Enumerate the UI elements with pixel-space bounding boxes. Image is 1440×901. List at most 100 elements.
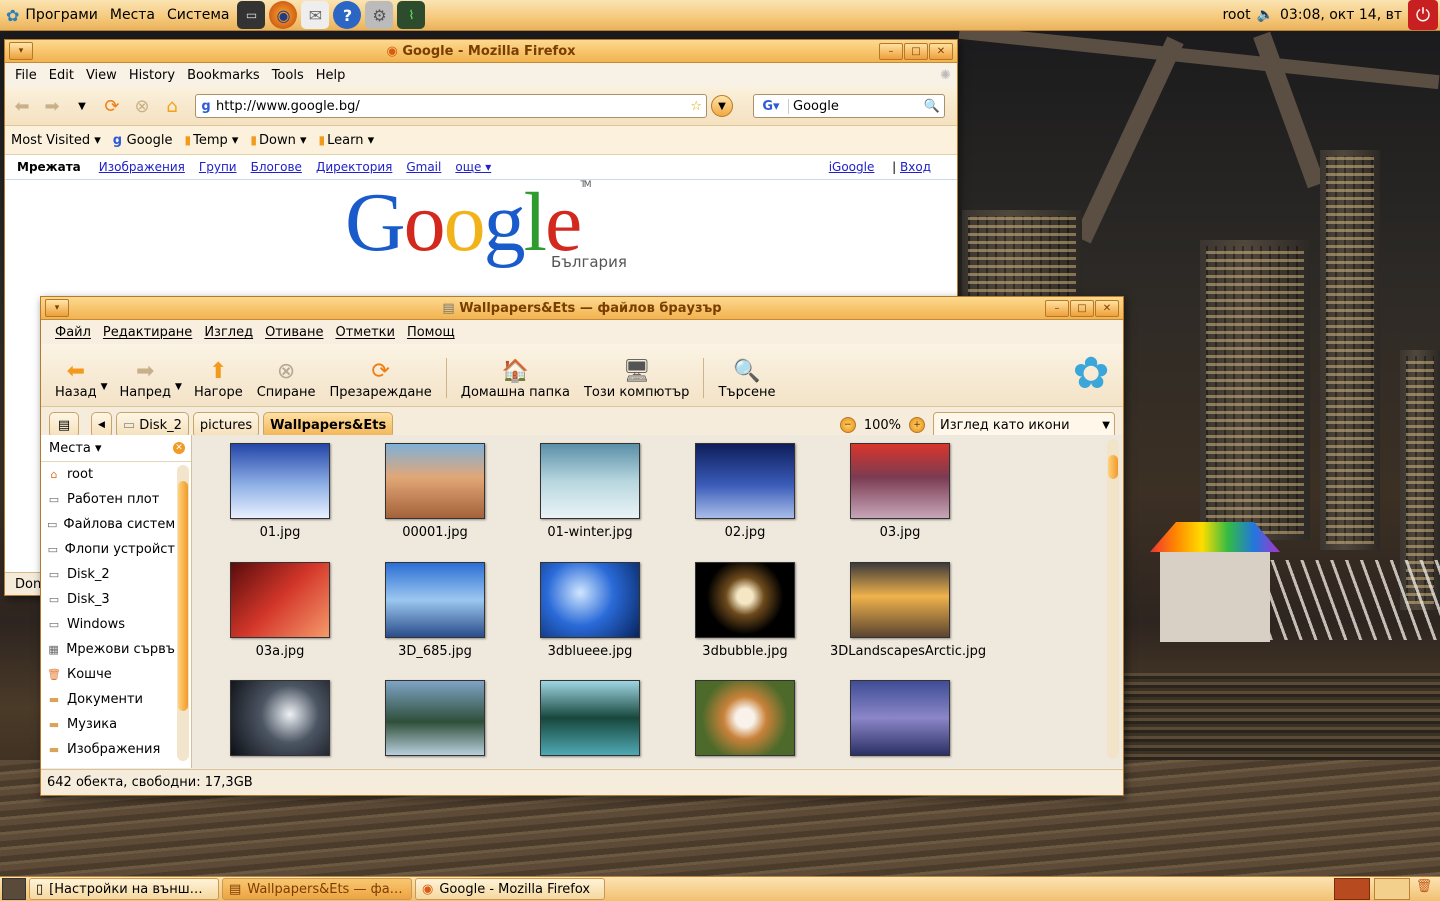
sidebar-item-disk2[interactable]: ▭ Disk_2 [41, 562, 175, 587]
google-link-more[interactable]: още ▾ [455, 160, 491, 174]
maximize-button[interactable]: □ [904, 42, 928, 60]
bookmark-google[interactable]: g Google [113, 133, 173, 148]
sidebar-item-trash[interactable]: 🗑 Кошче [41, 662, 175, 687]
minimize-button[interactable]: – [879, 42, 903, 60]
sidebar-item-filesystem[interactable]: ▭ Файлова систем [41, 512, 175, 537]
applications-menu[interactable]: ✿ Програми [0, 0, 104, 30]
menu-help[interactable]: Help [310, 68, 352, 83]
file-item[interactable]: 03.jpg [830, 443, 970, 541]
search-button[interactable]: 🔍 Търсене [712, 359, 781, 400]
sidebar-item-floppy[interactable]: ▭ Флопи устройст [41, 537, 175, 562]
file-item[interactable]: 3DLandscapesArctic.jpg [830, 562, 986, 660]
file-item[interactable] [365, 680, 505, 756]
close-sidebar-icon[interactable]: ✕ [173, 442, 185, 454]
settings-icon[interactable]: ⚙ [365, 1, 394, 29]
menu-help[interactable]: Помощ [401, 325, 461, 340]
menu-edit[interactable]: Edit [43, 68, 80, 83]
reload-icon[interactable]: ⟳ [99, 93, 125, 119]
home-icon[interactable]: ⌂ [159, 93, 185, 119]
google-link-blogs[interactable]: Блогове [251, 160, 302, 174]
zoom-in-icon[interactable]: + [909, 417, 925, 433]
file-item[interactable]: 00001.jpg [365, 443, 505, 541]
menu-history[interactable]: History [123, 68, 181, 83]
sidebar-item-documents[interactable]: ▬ Документи [41, 687, 175, 712]
url-dropdown-icon[interactable]: ▼ [711, 95, 733, 117]
nautilus-titlebar[interactable]: ▾ ▤ Wallpapers&Ets — файлов браузър – □ … [41, 297, 1123, 320]
sidebar-item-desktop[interactable]: ▭ Работен плот [41, 487, 175, 512]
bookmark-folder-down[interactable]: Down ▾ [250, 133, 307, 148]
user-name[interactable]: root [1222, 7, 1250, 23]
menu-file[interactable]: File [9, 68, 43, 83]
help-icon[interactable]: ? [333, 1, 362, 29]
stop-button[interactable]: ⊗ Спиране [251, 359, 322, 400]
back-button[interactable]: ⬅ Назад [49, 359, 103, 400]
taskbar-item-firefox[interactable]: ◉ Google - Mozilla Firefox [415, 878, 605, 900]
sidebar-item-music[interactable]: ▬ Музика [41, 712, 175, 737]
file-item[interactable]: 03a.jpg [210, 562, 350, 660]
google-link-directory[interactable]: Директория [316, 160, 392, 174]
menu-file[interactable]: Файл [49, 325, 97, 340]
file-item[interactable]: 01-winter.jpg [520, 443, 660, 541]
file-item[interactable] [830, 680, 970, 756]
firefox-icon[interactable]: ◉ [269, 1, 298, 29]
google-link-groups[interactable]: Групи [199, 160, 237, 174]
taskbar-item-settings[interactable]: ▯ [Настройки на външ… [29, 878, 219, 900]
reload-button[interactable]: ⟳ Презареждане [323, 359, 437, 400]
volume-icon[interactable]: 🔈 [1257, 7, 1274, 23]
menu-edit[interactable]: Редактиране [97, 325, 198, 340]
igoogle-link[interactable]: iGoogle [829, 160, 875, 174]
minimize-button[interactable]: – [1045, 299, 1069, 317]
power-icon[interactable]: ⏻ [1408, 0, 1438, 30]
search-box[interactable]: G▾ Google 🔍 [753, 94, 945, 118]
url-bar[interactable]: g http://www.google.bg/ ☆ [195, 94, 707, 118]
back-icon[interactable]: ⬅ [9, 93, 35, 119]
search-engine-google-icon[interactable]: G▾ [754, 98, 789, 114]
sign-in-link[interactable]: Вход [900, 160, 931, 174]
sidebar-type-select[interactable]: Места ▾ [49, 441, 102, 456]
window-menu-button[interactable]: ▾ [9, 42, 33, 60]
workspace-switcher[interactable] [1334, 878, 1370, 900]
window-menu-button[interactable]: ▾ [45, 299, 69, 317]
search-input[interactable]: Google [789, 99, 920, 114]
terminal-icon[interactable]: ▭ [237, 1, 266, 29]
file-item[interactable]: 3D_685.jpg [365, 562, 505, 660]
forward-button[interactable]: ➡ Напред [114, 359, 177, 400]
sidebar-item-pictures[interactable]: ▬ Изображения [41, 737, 175, 762]
menu-view[interactable]: View [80, 68, 123, 83]
bookmark-folder-temp[interactable]: Temp ▾ [184, 133, 238, 148]
forward-icon[interactable]: ➡ [39, 93, 65, 119]
menu-go[interactable]: Отиване [259, 325, 329, 340]
system-monitor-icon[interactable]: ⌇ [397, 1, 426, 29]
home-folder-button[interactable]: 🏠 Домашна папка [455, 359, 576, 400]
maximize-button[interactable]: □ [1070, 299, 1094, 317]
sidebar-scrollbar[interactable] [177, 465, 189, 761]
bookmark-star-icon[interactable]: ☆ [686, 99, 706, 114]
file-item[interactable]: 3dblueee.jpg [520, 562, 660, 660]
sidebar-item-root[interactable]: ⌂ root [41, 462, 175, 487]
up-button[interactable]: ⬆ Нагоре [188, 359, 249, 400]
zoom-level[interactable]: 100% [864, 418, 901, 433]
sidebar-item-network[interactable]: ▦ Мрежови сървъ [41, 637, 175, 662]
close-button[interactable]: ✕ [929, 42, 953, 60]
back-history-dropdown-icon[interactable]: ▼ [101, 382, 108, 392]
stop-icon[interactable]: ⊗ [129, 93, 155, 119]
taskbar-item-nautilus[interactable]: ▤ Wallpapers&Ets — фа… [222, 878, 412, 900]
google-link-gmail[interactable]: Gmail [406, 160, 441, 174]
file-item[interactable] [520, 680, 660, 756]
file-item[interactable] [210, 680, 350, 756]
places-menu[interactable]: Места [104, 0, 161, 30]
mail-icon[interactable]: ✉ [301, 1, 330, 29]
file-item[interactable]: 3dbubble.jpg [675, 562, 815, 660]
show-desktop-icon[interactable] [2, 878, 26, 900]
clock[interactable]: 03:08, окт 14, вт [1280, 7, 1402, 23]
sidebar-item-windows[interactable]: ▭ Windows [41, 612, 175, 637]
trash-icon[interactable]: 🗑 [1414, 879, 1434, 899]
bookmark-folder-learn[interactable]: Learn ▾ [319, 133, 374, 148]
system-menu[interactable]: Система [161, 0, 235, 30]
google-link-images[interactable]: Изображения [99, 160, 185, 174]
sidebar-item-disk3[interactable]: ▭ Disk_3 [41, 587, 175, 612]
firefox-titlebar[interactable]: ▾ ◉ Google - Mozilla Firefox – □ ✕ [5, 40, 957, 63]
history-dropdown-icon[interactable]: ▼ [69, 93, 95, 119]
menu-bookmarks[interactable]: Bookmarks [181, 68, 266, 83]
bookmark-most-visited[interactable]: Most Visited ▾ [11, 133, 101, 148]
